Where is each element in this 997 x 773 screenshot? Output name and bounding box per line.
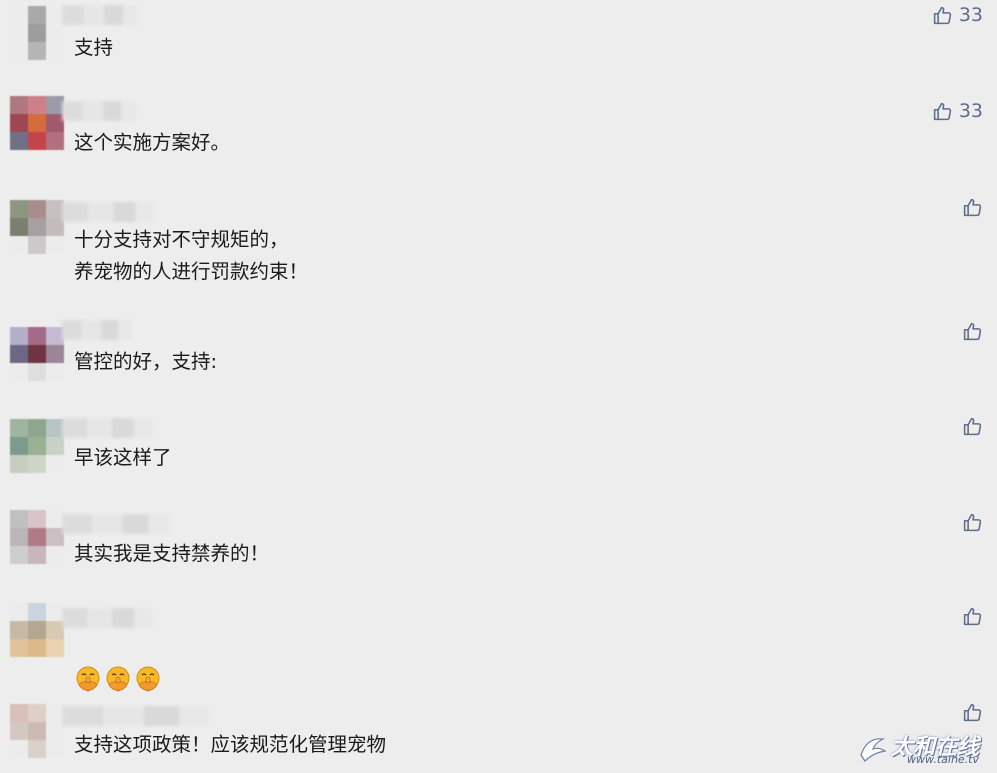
comment-item: 这个实施方案好。 33 xyxy=(0,96,997,192)
shushing-face-emoji xyxy=(136,666,160,692)
username-blurred xyxy=(62,101,136,121)
thumbs-up-icon xyxy=(933,6,951,24)
like-button[interactable] xyxy=(962,321,983,342)
watermark: 太和在线 www.taihe.tv xyxy=(857,729,987,769)
avatar[interactable] xyxy=(10,6,64,60)
username-blurred xyxy=(62,202,154,222)
thumbs-up-icon xyxy=(963,703,982,722)
comment-text: 这个实施方案好。 xyxy=(74,131,231,154)
avatar[interactable] xyxy=(10,510,64,564)
thumbs-up-icon xyxy=(963,607,982,626)
username-blurred xyxy=(62,706,208,726)
thumbs-up-icon xyxy=(963,513,982,532)
comment-text: 支持这项政策！应该规范化管理宠物 xyxy=(74,733,387,756)
avatar[interactable] xyxy=(10,327,64,381)
username-blurred xyxy=(62,320,132,340)
shushing-face-emoji xyxy=(76,666,100,692)
username-blurred xyxy=(62,418,152,438)
shushing-face-emoji xyxy=(106,666,130,692)
like-button[interactable] xyxy=(962,512,983,533)
like-button[interactable] xyxy=(962,197,983,218)
comment-text: 早该这样了 xyxy=(74,446,172,469)
avatar[interactable] xyxy=(10,419,64,473)
avatar[interactable] xyxy=(10,704,64,758)
thumbs-up-icon xyxy=(963,322,982,341)
comment-item: 管控的好，支持: xyxy=(0,318,997,414)
like-button[interactable] xyxy=(962,606,983,627)
like-count: 33 xyxy=(958,100,983,122)
comment-text: 管控的好，支持: xyxy=(74,350,218,373)
comment-item: 支持这项政策！应该规范化管理宠物 xyxy=(0,698,997,773)
comment-item: 十分支持对不守规矩的， 养宠物的人进行罚款约束！ xyxy=(0,192,997,302)
avatar[interactable] xyxy=(10,200,64,254)
comment-item: 支持 33 xyxy=(0,0,997,96)
thumbs-up-icon xyxy=(963,198,982,217)
like-button[interactable]: 33 xyxy=(932,4,983,26)
comment-item: 其实我是支持禁养的！ xyxy=(0,510,997,606)
username-blurred xyxy=(62,514,170,534)
comment-text: 十分支持对不守规矩的， 养宠物的人进行罚款约束！ xyxy=(74,228,309,283)
comment-item: 早该这样了 xyxy=(0,414,997,510)
taihe-logo-icon xyxy=(860,738,887,762)
username-blurred xyxy=(62,5,138,25)
thumbs-up-icon xyxy=(963,417,982,436)
comment-text: 其实我是支持禁养的！ xyxy=(74,542,270,565)
like-button[interactable] xyxy=(962,416,983,437)
avatar[interactable] xyxy=(10,96,64,150)
avatar[interactable] xyxy=(10,603,64,657)
watermark-url: www.taihe.tv xyxy=(907,753,979,766)
username-blurred xyxy=(62,608,152,628)
comment-text: 支持 xyxy=(74,36,114,59)
like-count: 33 xyxy=(958,4,983,26)
comment-item xyxy=(0,600,997,696)
like-button[interactable] xyxy=(962,702,983,723)
thumbs-up-icon xyxy=(933,102,951,120)
like-button[interactable]: 33 xyxy=(932,100,983,122)
